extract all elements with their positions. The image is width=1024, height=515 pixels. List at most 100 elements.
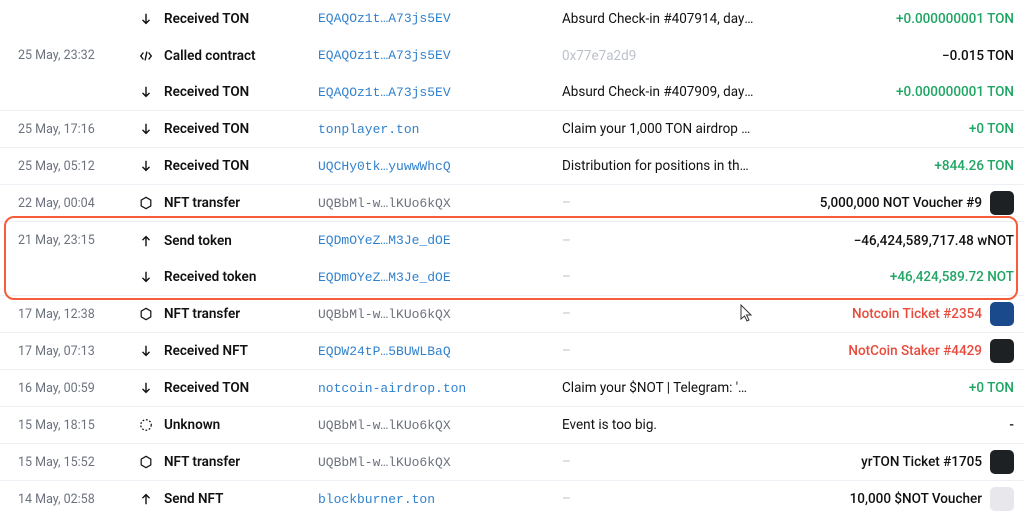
transaction-row[interactable]: 22 May, 00:04 NFT transfer UQBbMl-w…lKUo6k… <box>0 185 1024 222</box>
transaction-row[interactable]: 25 May, 17:16Received TONtonplayer.tonCl… <box>0 111 1024 148</box>
tx-action-label: Called contract <box>164 48 256 64</box>
tx-note: Absurd Check-in #407909, day 19 <box>562 84 764 100</box>
dashed-icon <box>138 417 154 433</box>
tx-timestamp: 25 May, 17:16 <box>18 122 138 137</box>
tx-address: UQBbMl-w…lKUo6kQX <box>318 418 562 433</box>
tx-action: Unknown <box>138 417 318 433</box>
tx-action: Received TON <box>138 380 318 396</box>
nft-thumbnail-icon <box>990 450 1014 474</box>
transaction-row[interactable]: Received TON EQAQOz1t…A73js5EVAbsurd Chec… <box>0 74 1024 111</box>
tx-amount-value: +0.000000001 TON <box>896 84 1014 100</box>
nft-thumbnail-icon <box>990 339 1014 363</box>
tx-action: Send token <box>138 233 318 249</box>
tx-note: Absurd Check-in #407914, day 19 <box>562 11 764 27</box>
tx-amount-value: NotCoin Staker #4429 <box>848 343 982 359</box>
tx-amount-value: +844.26 TON <box>934 158 1014 174</box>
tx-amount: +46,424,589.72 NOT <box>764 269 1014 285</box>
tx-address[interactable]: EQDmOYeZ…M3Je_dOE <box>318 233 562 248</box>
tx-action: NFT transfer <box>138 195 318 211</box>
transaction-row[interactable]: Received TON EQAQOz1t…A73js5EVAbsurd Chec… <box>0 0 1024 37</box>
tx-action: Called contract <box>138 48 318 64</box>
tx-address[interactable]: tonplayer.ton <box>318 122 562 137</box>
nft-thumbnail-icon <box>990 302 1014 326</box>
tx-timestamp: 15 May, 18:15 <box>18 418 138 433</box>
arrow-down-icon <box>138 343 154 359</box>
tx-note: Claim your 1,000 TON airdrop from … <box>562 121 764 137</box>
tx-address[interactable]: EQDW24tP…5BUWLBaQ <box>318 344 562 359</box>
tx-action-label: Unknown <box>164 417 220 433</box>
arrow-down-icon <box>138 380 154 396</box>
transaction-row[interactable]: 16 May, 00:59Received TONnotcoin-airdrop… <box>0 370 1024 407</box>
tx-address[interactable]: EQAQOz1t…A73js5EV <box>318 48 562 63</box>
tx-action-label: Received token <box>164 269 256 285</box>
code-icon <box>138 48 154 64</box>
tx-action-label: Received TON <box>164 11 249 27</box>
tx-amount-value: −0.015 TON <box>942 48 1014 64</box>
tx-amount: +0 TON <box>764 380 1014 396</box>
tx-action: Received token <box>138 269 318 285</box>
tx-address[interactable]: notcoin-airdrop.ton <box>318 381 562 396</box>
tx-amount-value: 5,000,000 NOT Voucher #9 <box>820 195 982 211</box>
tx-note: 0x77e7a2d9 <box>562 48 764 64</box>
tx-timestamp: 25 May, 23:32 <box>18 48 138 63</box>
tx-note: – <box>562 306 764 322</box>
transaction-row[interactable]: 15 May, 15:52NFT transferUQBbMl-w…lKUo6k… <box>0 444 1024 481</box>
tx-note: Distribution for positions in the Not… <box>562 158 764 174</box>
tx-action: NFT transfer <box>138 454 318 470</box>
tx-address: UQBbMl-w…lKUo6kQX <box>318 196 562 211</box>
tx-action: Received TON <box>138 158 318 174</box>
tx-note: – <box>562 269 764 285</box>
tx-amount-value: - <box>1009 417 1014 433</box>
tx-action: Received TON <box>138 121 318 137</box>
tx-amount: +844.26 TON <box>764 158 1014 174</box>
tx-amount-value: Notcoin Ticket #2354 <box>852 306 982 322</box>
tx-note: – <box>562 343 764 359</box>
tx-address[interactable]: EQAQOz1t…A73js5EV <box>318 11 562 26</box>
tx-amount: 10,000 $NOT Voucher <box>764 487 1014 511</box>
nft-thumbnail-icon <box>990 191 1014 215</box>
tx-address: UQBbMl-w…lKUo6kQX <box>318 307 562 322</box>
tx-amount: +0 TON <box>764 121 1014 137</box>
transaction-row[interactable]: 17 May, 07:13Received NFTEQDW24tP…5BUWLB… <box>0 333 1024 370</box>
tx-timestamp: 21 May, 23:15 <box>18 233 138 248</box>
arrow-down-icon <box>138 269 154 285</box>
tx-note: – <box>562 233 764 249</box>
tx-timestamp: 22 May, 00:04 <box>18 196 138 211</box>
tx-timestamp: 25 May, 05:12 <box>18 159 138 174</box>
tx-amount: −0.015 TON <box>764 48 1014 64</box>
hex-icon <box>138 306 154 322</box>
transaction-row[interactable]: 25 May, 23:32 Called contract EQAQOz1t…A73… <box>0 37 1024 74</box>
tx-action: Received NFT <box>138 343 318 359</box>
tx-action-label: Received TON <box>164 84 249 100</box>
transaction-row[interactable]: 14 May, 02:58Send NFTblockburner.ton–10,… <box>0 481 1024 515</box>
tx-action-label: Received TON <box>164 380 249 396</box>
tx-note: Event is too big. <box>562 417 764 433</box>
tx-amount-value: +46,424,589.72 NOT <box>890 269 1014 285</box>
tx-amount: −46,424,589,717.48 wNOT <box>764 233 1014 249</box>
tx-note: Claim your $NOT | Telegram: 'notco… <box>562 380 764 396</box>
tx-action-label: NFT transfer <box>164 195 240 211</box>
transaction-row[interactable]: 17 May, 12:38 NFT transfer UQBbMl-w…lKUo6k… <box>0 296 1024 333</box>
tx-amount-value: 10,000 $NOT Voucher <box>850 491 982 507</box>
tx-address[interactable]: UQCHy0tk…yuwwWhcQ <box>318 159 562 174</box>
tx-timestamp: 17 May, 07:13 <box>18 344 138 359</box>
nft-thumbnail-icon <box>990 487 1014 511</box>
tx-address[interactable]: EQDmOYeZ…M3Je_dOE <box>318 270 562 285</box>
tx-action: NFT transfer <box>138 306 318 322</box>
tx-timestamp: 14 May, 02:58 <box>18 492 138 507</box>
transaction-row[interactable]: 21 May, 23:15Send tokenEQDmOYeZ…M3Je_dOE… <box>0 222 1024 259</box>
transaction-row[interactable]: Received token EQDmOYeZ…M3Je_dOE– +46,424,… <box>0 259 1024 296</box>
tx-timestamp: 17 May, 12:38 <box>18 307 138 322</box>
tx-address[interactable]: EQAQOz1t…A73js5EV <box>318 85 562 100</box>
arrow-down-icon <box>138 121 154 137</box>
hex-icon <box>138 195 154 211</box>
tx-action: Send NFT <box>138 491 318 507</box>
tx-address[interactable]: blockburner.ton <box>318 492 562 507</box>
tx-amount: NotCoin Staker #4429 <box>764 339 1014 363</box>
arrow-up-icon <box>138 491 154 507</box>
tx-action-label: NFT transfer <box>164 306 240 322</box>
arrow-down-icon <box>138 84 154 100</box>
transaction-row[interactable]: 25 May, 05:12Received TONUQCHy0tk…yuwwWh… <box>0 148 1024 185</box>
tx-action-label: NFT transfer <box>164 454 240 470</box>
transaction-row[interactable]: 15 May, 18:15 Unknown UQBbMl-w…lKUo6kQXEve… <box>0 407 1024 444</box>
